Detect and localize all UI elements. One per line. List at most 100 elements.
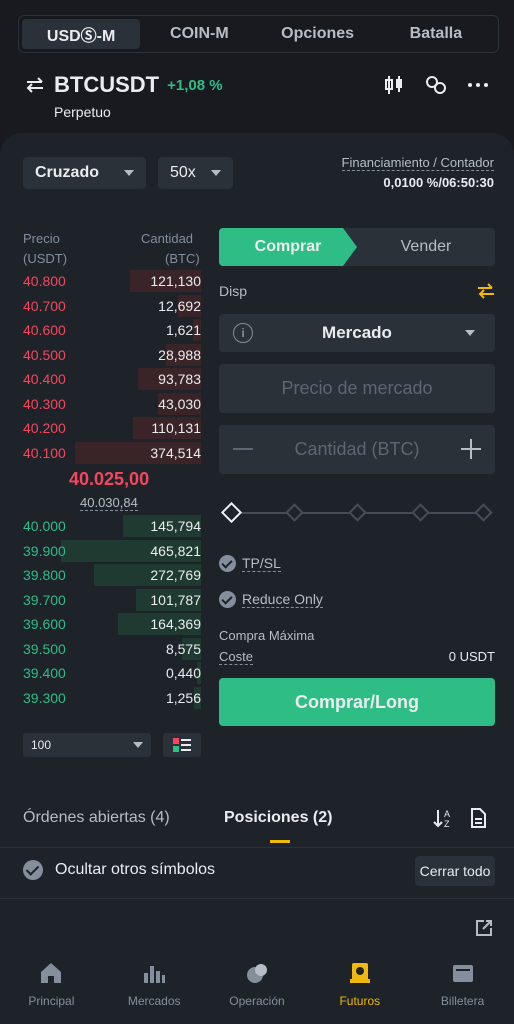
cost-value: 0 USDT: [448, 649, 495, 664]
bid-row[interactable]: 39.600 164,369: [23, 612, 201, 636]
bottom-navigation: Principal Mercados Operación Futuros Bil…: [0, 948, 514, 1024]
price-header: Precio: [23, 231, 60, 246]
bid-row[interactable]: 39.800 272,769: [23, 563, 201, 587]
reduce-only-checkbox[interactable]: Reduce Only: [219, 591, 323, 608]
last-price[interactable]: 40.025,00: [69, 469, 149, 490]
more-icon[interactable]: [466, 74, 490, 96]
bid-row[interactable]: 39.500 8,575: [23, 637, 201, 661]
ask-row[interactable]: 40.300 43,030: [23, 392, 201, 416]
row-quantity: 101,787: [150, 591, 201, 608]
bid-row[interactable]: 39.900 465,821: [23, 539, 201, 563]
row-price: 39.700: [23, 591, 66, 608]
trading-panel: Cruzado 50x Financiamiento / Contador 0,…: [0, 133, 514, 953]
close-all-button[interactable]: Cerrar todo: [415, 856, 495, 886]
slider-handle[interactable]: [220, 501, 243, 524]
ask-row[interactable]: 40.400 93,783: [23, 367, 201, 391]
hide-others-label: Ocultar otros símbolos: [55, 861, 216, 878]
market-type-tabs: USDⓈ-M COIN-M Opciones Batalla: [18, 15, 499, 53]
transfer-icon[interactable]: [476, 282, 496, 300]
sell-tab[interactable]: Vender: [357, 228, 495, 266]
home-icon: [41, 963, 62, 983]
row-price: 39.400: [23, 665, 66, 681]
nav-trade[interactable]: Operación: [206, 948, 309, 1024]
bid-row[interactable]: 39.700 101,787: [23, 588, 201, 612]
margin-mode-dropdown[interactable]: Cruzado: [23, 157, 146, 189]
leverage-dropdown[interactable]: 50x: [158, 157, 233, 189]
check-icon: [219, 555, 236, 572]
depth-dropdown[interactable]: 100: [23, 733, 151, 757]
link-icon[interactable]: [424, 74, 448, 96]
tpsl-label: TP/SL: [242, 555, 281, 572]
minus-icon[interactable]: [233, 448, 253, 450]
row-quantity: 28,988: [158, 346, 201, 363]
info-icon[interactable]: i: [233, 323, 253, 343]
nav-wallet[interactable]: Billetera: [411, 948, 514, 1024]
share-icon[interactable]: [474, 918, 494, 938]
ask-row[interactable]: 40.800 121,130: [23, 269, 201, 293]
document-icon[interactable]: [467, 807, 489, 829]
nav-label: Futuros: [339, 994, 381, 1008]
tpsl-checkbox[interactable]: TP/SL: [219, 555, 281, 572]
svg-text:A: A: [444, 809, 450, 819]
tab-open-orders[interactable]: Órdenes abiertas (4): [23, 809, 170, 827]
trade-icon: [246, 964, 267, 983]
reduce-only-label: Reduce Only: [242, 591, 323, 608]
tab-options[interactable]: Opciones: [259, 19, 377, 49]
candlestick-chart-icon[interactable]: [382, 74, 406, 96]
tab-positions[interactable]: Posiciones (2): [224, 809, 332, 827]
cost-label[interactable]: Coste: [219, 649, 253, 665]
amount-slider[interactable]: [220, 501, 493, 524]
funding-label[interactable]: Financiamiento / Contador: [341, 155, 494, 171]
plus-icon[interactable]: [461, 439, 481, 459]
bid-row[interactable]: 39.300 1,256: [23, 686, 201, 710]
row-quantity: 12,692: [158, 297, 201, 314]
price-placeholder: Precio de mercado: [281, 378, 433, 398]
mark-price[interactable]: 40.030,84: [80, 495, 138, 511]
chevron-down-icon: [465, 330, 475, 336]
order-type-value: Mercado: [322, 323, 392, 342]
ask-row[interactable]: 40.500 28,988: [23, 343, 201, 367]
ask-row[interactable]: 40.600 1,621: [23, 318, 201, 342]
buy-long-button[interactable]: Comprar/Long: [219, 678, 495, 726]
buy-tab[interactable]: Comprar: [219, 228, 357, 266]
price-change: +1,08 %: [167, 76, 223, 94]
row-price: 40.400: [23, 371, 66, 387]
futures-icon: [349, 963, 370, 983]
slider-step-50[interactable]: [348, 503, 367, 522]
sort-icon[interactable]: A Z: [432, 807, 454, 829]
orderbook-view-button[interactable]: [163, 733, 201, 757]
price-field[interactable]: Precio de mercado: [219, 364, 495, 413]
tab-battle[interactable]: Batalla: [377, 19, 495, 49]
symbol-selector[interactable]: BTCUSDT +1,08 %: [24, 72, 223, 98]
quantity-field[interactable]: Cantidad (BTC): [219, 425, 495, 474]
header-actions: [382, 74, 490, 96]
nav-futures[interactable]: Futuros: [308, 948, 411, 1024]
row-price: 40.100: [23, 444, 66, 461]
row-quantity: 1,256: [165, 689, 201, 706]
row-quantity: 1,621: [165, 322, 201, 338]
nav-home[interactable]: Principal: [0, 948, 103, 1024]
bid-row[interactable]: 40.000 145,794: [23, 514, 201, 538]
row-quantity: 110,131: [151, 420, 201, 436]
funding-value: 0,0100 %/06:50:30: [383, 175, 494, 190]
quantity-placeholder: Cantidad (BTC): [294, 439, 420, 459]
ask-row[interactable]: 40.200 110,131: [23, 416, 201, 440]
header: USDⓈ-M COIN-M Opciones Batalla BTCUSDT +…: [0, 0, 514, 135]
tab-coin-m[interactable]: COIN-M: [140, 19, 258, 49]
ask-row[interactable]: 40.100 374,514: [23, 441, 201, 465]
qty-header: Cantidad: [141, 231, 194, 246]
wallet-icon: [452, 965, 473, 982]
slider-step-25[interactable]: [285, 503, 304, 522]
svg-text:Z: Z: [444, 819, 450, 829]
ask-row[interactable]: 40.700 12,692: [23, 294, 201, 318]
slider-step-100[interactable]: [474, 503, 493, 522]
slider-step-75[interactable]: [411, 503, 430, 522]
bid-row[interactable]: 39.400 0,440: [23, 661, 201, 685]
nav-markets[interactable]: Mercados: [103, 948, 206, 1024]
divider: [0, 898, 514, 899]
row-price: 40.800: [23, 273, 66, 289]
hide-others-checkbox[interactable]: Ocultar otros símbolos: [23, 860, 215, 880]
nav-label: Mercados: [127, 994, 181, 1008]
tab-usds-m[interactable]: USDⓈ-M: [22, 19, 141, 49]
order-type-dropdown[interactable]: i Mercado: [219, 314, 495, 352]
